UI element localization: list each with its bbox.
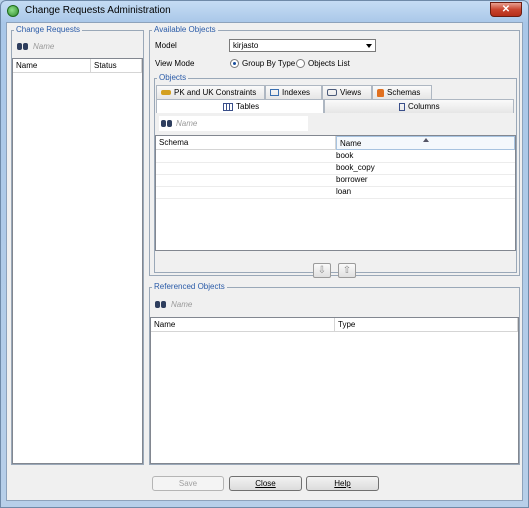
- table-row-cell[interactable]: book: [336, 150, 353, 162]
- tab-label: Tables: [236, 102, 260, 111]
- tab-label: Schemas: [387, 88, 421, 97]
- column-icon: [399, 102, 405, 111]
- model-select-value: kirjasto: [233, 41, 259, 50]
- help-button[interactable]: Help: [306, 476, 379, 491]
- tab-views[interactable]: Views: [322, 85, 372, 99]
- available-objects-title: Available Objects: [152, 25, 218, 34]
- change-requests-table[interactable]: Name Status: [12, 58, 143, 464]
- group-by-type-radio[interactable]: [230, 59, 239, 68]
- view-icon: [327, 89, 337, 97]
- column-header-type[interactable]: Type: [335, 318, 518, 332]
- dialog-body: Change Requests Name Name Status Availab…: [6, 22, 523, 501]
- objects-group: Objects PK and UK Constraints Indexes Vi…: [154, 73, 517, 273]
- move-down-button[interactable]: ⇩: [313, 263, 331, 278]
- view-mode-label: View Mode: [155, 59, 195, 68]
- tab-label: Indexes: [282, 88, 311, 97]
- model-label: Model: [155, 41, 177, 50]
- close-window-button[interactable]: ✕: [490, 2, 522, 17]
- table-row-cell[interactable]: book_copy: [336, 162, 375, 174]
- objects-list-label[interactable]: Objects List: [308, 59, 350, 68]
- available-objects-group: Available Objects Model kirjasto View Mo…: [149, 25, 520, 276]
- column-header-name[interactable]: Name: [13, 59, 91, 73]
- app-icon: [7, 5, 19, 17]
- search-icon: [161, 119, 172, 128]
- tab-content: Name Schema Name book book_copy borrower: [155, 113, 516, 272]
- key-icon: [161, 90, 171, 96]
- move-up-button[interactable]: ⇧: [338, 263, 356, 278]
- change-requests-group: Change Requests Name Name Status: [11, 25, 144, 465]
- objects-title: Objects: [157, 73, 189, 82]
- table-row-cell[interactable]: borrower: [336, 174, 368, 186]
- group-by-type-label[interactable]: Group By Type: [242, 59, 295, 68]
- index-icon: [270, 89, 279, 97]
- objects-table[interactable]: Schema Name book book_copy borrower loan: [155, 135, 516, 251]
- column-header-name[interactable]: Name: [151, 318, 335, 332]
- dialog-window: Change Requests Administration ✕ Change …: [0, 0, 529, 508]
- referenced-search-input[interactable]: Name: [171, 300, 271, 309]
- search-icon: [17, 42, 28, 51]
- tab-label: Columns: [408, 102, 440, 111]
- sort-ascending-icon: [423, 138, 429, 142]
- title-bar[interactable]: Change Requests Administration ✕: [1, 1, 528, 22]
- chevron-down-icon: [366, 44, 372, 48]
- tab-tables[interactable]: Tables: [156, 99, 324, 113]
- referenced-objects-group: Referenced Objects Name Name Type: [149, 282, 520, 465]
- search-placeholder: Name: [176, 119, 198, 128]
- close-button[interactable]: Close: [229, 476, 302, 491]
- table-icon: [223, 102, 233, 111]
- referenced-objects-table[interactable]: Name Type: [150, 317, 519, 464]
- lock-icon: [377, 88, 384, 97]
- save-button[interactable]: Save: [152, 476, 224, 491]
- tab-indexes[interactable]: Indexes: [265, 85, 322, 99]
- change-requests-title: Change Requests: [14, 25, 83, 34]
- objects-search-input[interactable]: Name: [159, 116, 308, 131]
- tab-pk-uk-constraints[interactable]: PK and UK Constraints: [156, 85, 265, 99]
- tab-schemas[interactable]: Schemas: [372, 85, 432, 99]
- change-requests-search-input[interactable]: Name: [33, 42, 133, 51]
- tab-label: Views: [340, 88, 362, 97]
- objects-list-radio[interactable]: [296, 59, 305, 68]
- model-select[interactable]: kirjasto: [229, 39, 376, 52]
- tab-columns[interactable]: Columns: [324, 99, 514, 113]
- table-row-cell[interactable]: loan: [336, 186, 351, 198]
- search-icon: [155, 300, 166, 309]
- window-title: Change Requests Administration: [25, 5, 171, 16]
- tab-label: PK and UK Constraints: [174, 88, 257, 97]
- referenced-objects-title: Referenced Objects: [152, 282, 227, 291]
- column-header-status[interactable]: Status: [91, 59, 142, 73]
- column-header-schema[interactable]: Schema: [156, 136, 336, 150]
- row-divider: [156, 198, 515, 199]
